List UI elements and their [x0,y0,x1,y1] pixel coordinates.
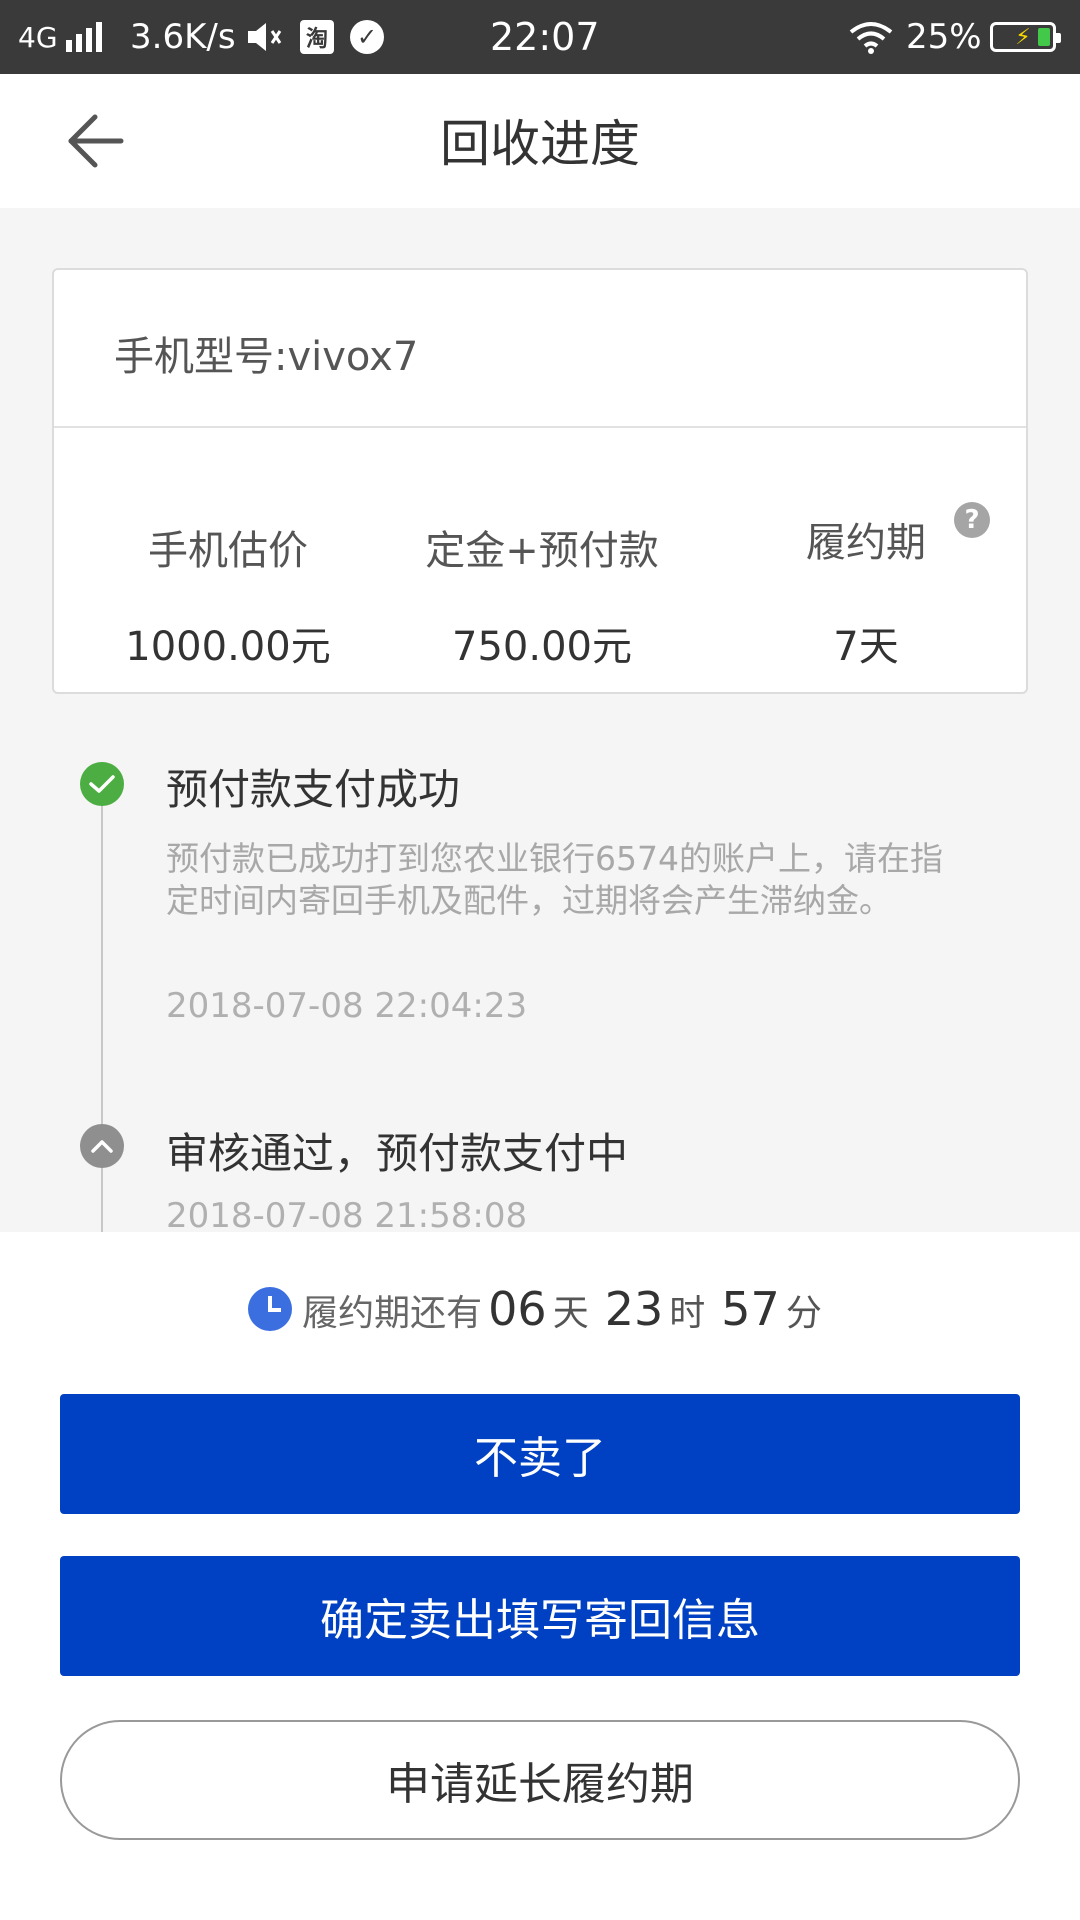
clock-time: 22:07 [490,15,600,59]
battery-percent: 25% [906,17,982,57]
check-icon: ✓ [350,0,384,74]
success-check-icon [80,762,124,806]
timeline-description: 预付款已成功打到您农业银行6574的账户上，请在指定时间内寄回手机及配件，过期将… [166,839,943,920]
stat-value: 7天 [833,624,899,670]
chevron-up-icon[interactable] [80,1124,124,1168]
page-title: 回收进度 [440,115,640,173]
signal-icon [66,0,110,74]
taobao-badge: 淘 [300,20,334,54]
stat-value: 1000.00元 [125,624,331,670]
timeline-title: 审核通过，预付款支付中 [166,1129,629,1178]
stat-value: 750.00元 [452,624,632,670]
taobao-icon: 淘 [300,0,334,74]
timeline-time: 2018-07-08 22:04:23 [166,986,528,1026]
countdown-minutes: 57 [721,1282,780,1336]
mute-icon [246,0,286,74]
wifi-icon [848,0,894,74]
app-header: 回收进度 [0,74,1080,208]
bottom-action-panel: 履约期还有 06 天 23 时 57 分 不卖了 确定卖出填写寄回信息 申请延长… [0,1232,1080,1920]
countdown: 履约期还有 06 天 23 时 57 分 [0,1282,1080,1336]
stat-label: 手机估价 [148,528,308,574]
help-icon[interactable]: ? [954,502,990,538]
extend-period-button[interactable]: 申请延长履约期 [60,1720,1020,1840]
phone-info-card: 手机型号:vivox7 手机估价 1000.00元 定金+预付款 750.00元… [52,268,1028,694]
card-divider [54,426,1026,428]
status-bar: 4G 3.6K/s 淘 ✓ 22:07 25% ⚡ [0,0,1080,74]
countdown-hours: 23 [604,1282,664,1336]
clock-icon [248,1287,293,1331]
countdown-label: 履约期还有 [302,1293,483,1334]
timeline-title: 预付款支付成功 [166,765,461,814]
countdown-days-unit: 天 [552,1293,589,1334]
battery-icon: ⚡ [990,0,1061,74]
network-speed: 3.6K/s [130,17,236,57]
phone-model: 手机型号:vivox7 [114,334,419,380]
cancel-sale-button[interactable]: 不卖了 [60,1394,1020,1514]
countdown-hours-unit: 时 [669,1293,706,1334]
timeline-time: 2018-07-08 21:58:08 [166,1196,528,1236]
countdown-minutes-unit: 分 [785,1293,822,1334]
confirm-sale-button[interactable]: 确定卖出填写寄回信息 [60,1556,1020,1676]
stat-label: 定金+预付款 [425,528,659,574]
countdown-days: 06 [488,1282,547,1336]
network-type: 4G [18,20,58,54]
